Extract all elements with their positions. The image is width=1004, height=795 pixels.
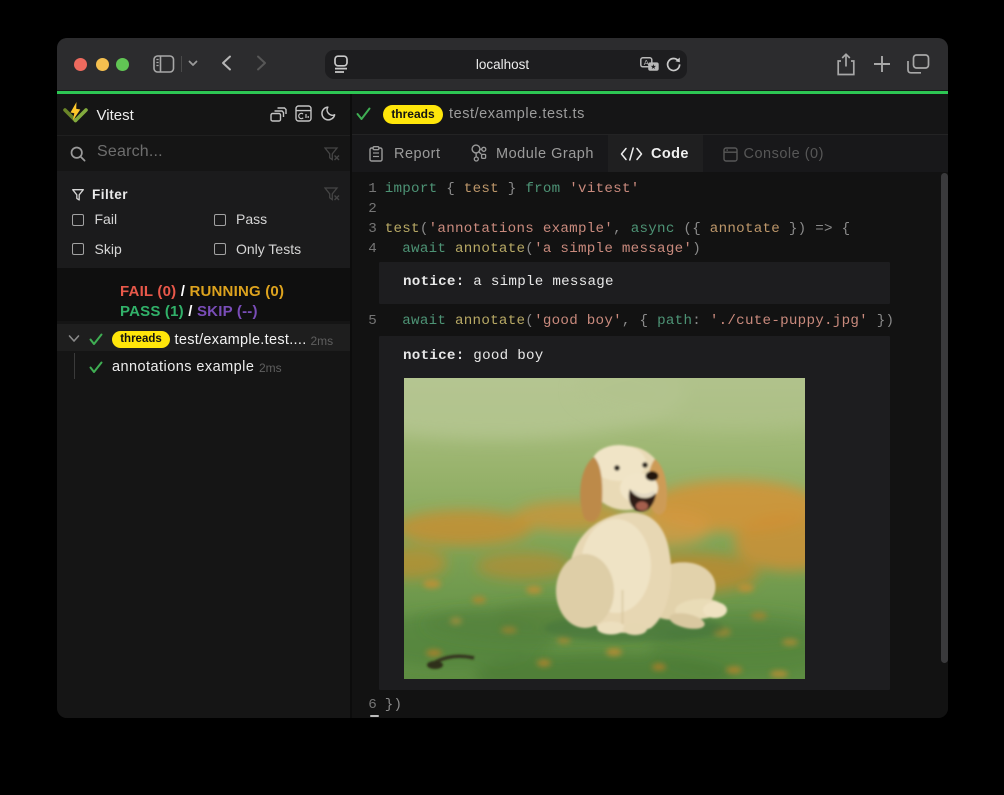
- svg-text:★: ★: [650, 63, 656, 71]
- svg-text:A: A: [644, 58, 649, 67]
